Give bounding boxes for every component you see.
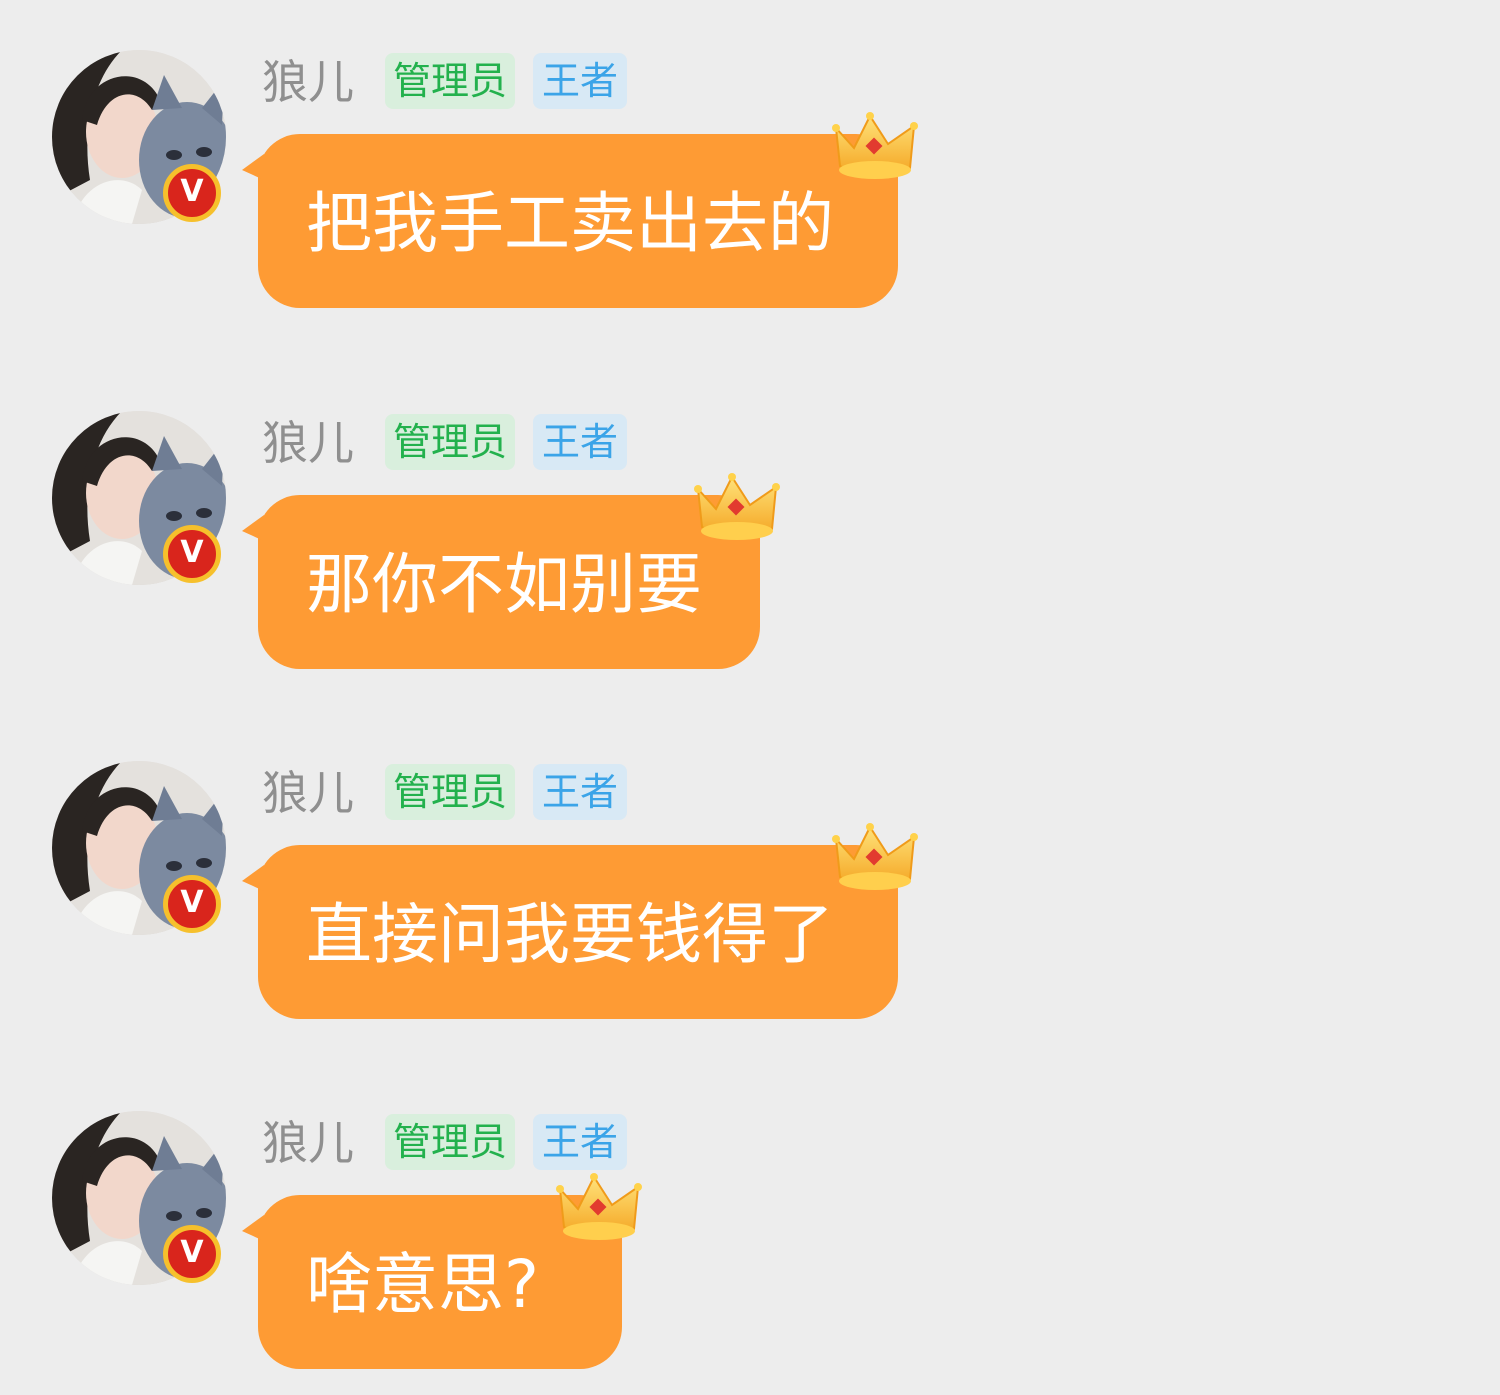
bubble-tail [242,515,264,541]
rank-tag: 王者 [533,53,627,109]
crown-icon [832,112,918,179]
admin-tag: 管理员 [385,764,515,820]
message-bubble[interactable]: 那你不如别要 [242,473,780,669]
admin-tag: 管理员 [385,1114,515,1170]
chat-message: V 狼儿 管理员 王者 把我手工卖出去的 [0,0,1500,308]
crown-icon [694,473,780,540]
bubble-tail [242,1215,264,1241]
message-text: 把我手工卖出去的 [306,185,834,262]
v-badge-icon: V [163,525,221,583]
message-bubble[interactable]: 直接问我要钱得了 [242,823,918,1019]
message-bubble[interactable]: 啥意思? [242,1173,642,1369]
sender-name[interactable]: 狼儿 [262,54,354,110]
chat-message: V 狼儿 管理员 王者 那你不如别要 [0,361,1500,669]
crown-icon [556,1173,642,1240]
rank-tag: 王者 [533,764,627,820]
message-text: 那你不如别要 [306,546,702,623]
rank-tag: 王者 [533,1114,627,1170]
v-badge-icon: V [163,875,221,933]
v-badge-icon: V [163,1225,221,1283]
admin-tag: 管理员 [385,53,515,109]
bubble-tail [242,154,264,180]
bubble-tail [242,865,264,891]
chat-message: V 狼儿 管理员 王者 啥意思? [0,1061,1500,1369]
admin-tag: 管理员 [385,414,515,470]
chat-message: V 狼儿 管理员 王者 直接问我要钱得了 [0,711,1500,1019]
message-bubble[interactable]: 把我手工卖出去的 [242,112,918,308]
message-text: 直接问我要钱得了 [306,896,834,973]
sender-name[interactable]: 狼儿 [262,765,354,821]
message-text: 啥意思? [306,1246,540,1323]
crown-icon [832,823,918,890]
sender-name[interactable]: 狼儿 [262,415,354,471]
v-badge-icon: V [163,164,221,222]
sender-name[interactable]: 狼儿 [262,1115,354,1171]
rank-tag: 王者 [533,414,627,470]
